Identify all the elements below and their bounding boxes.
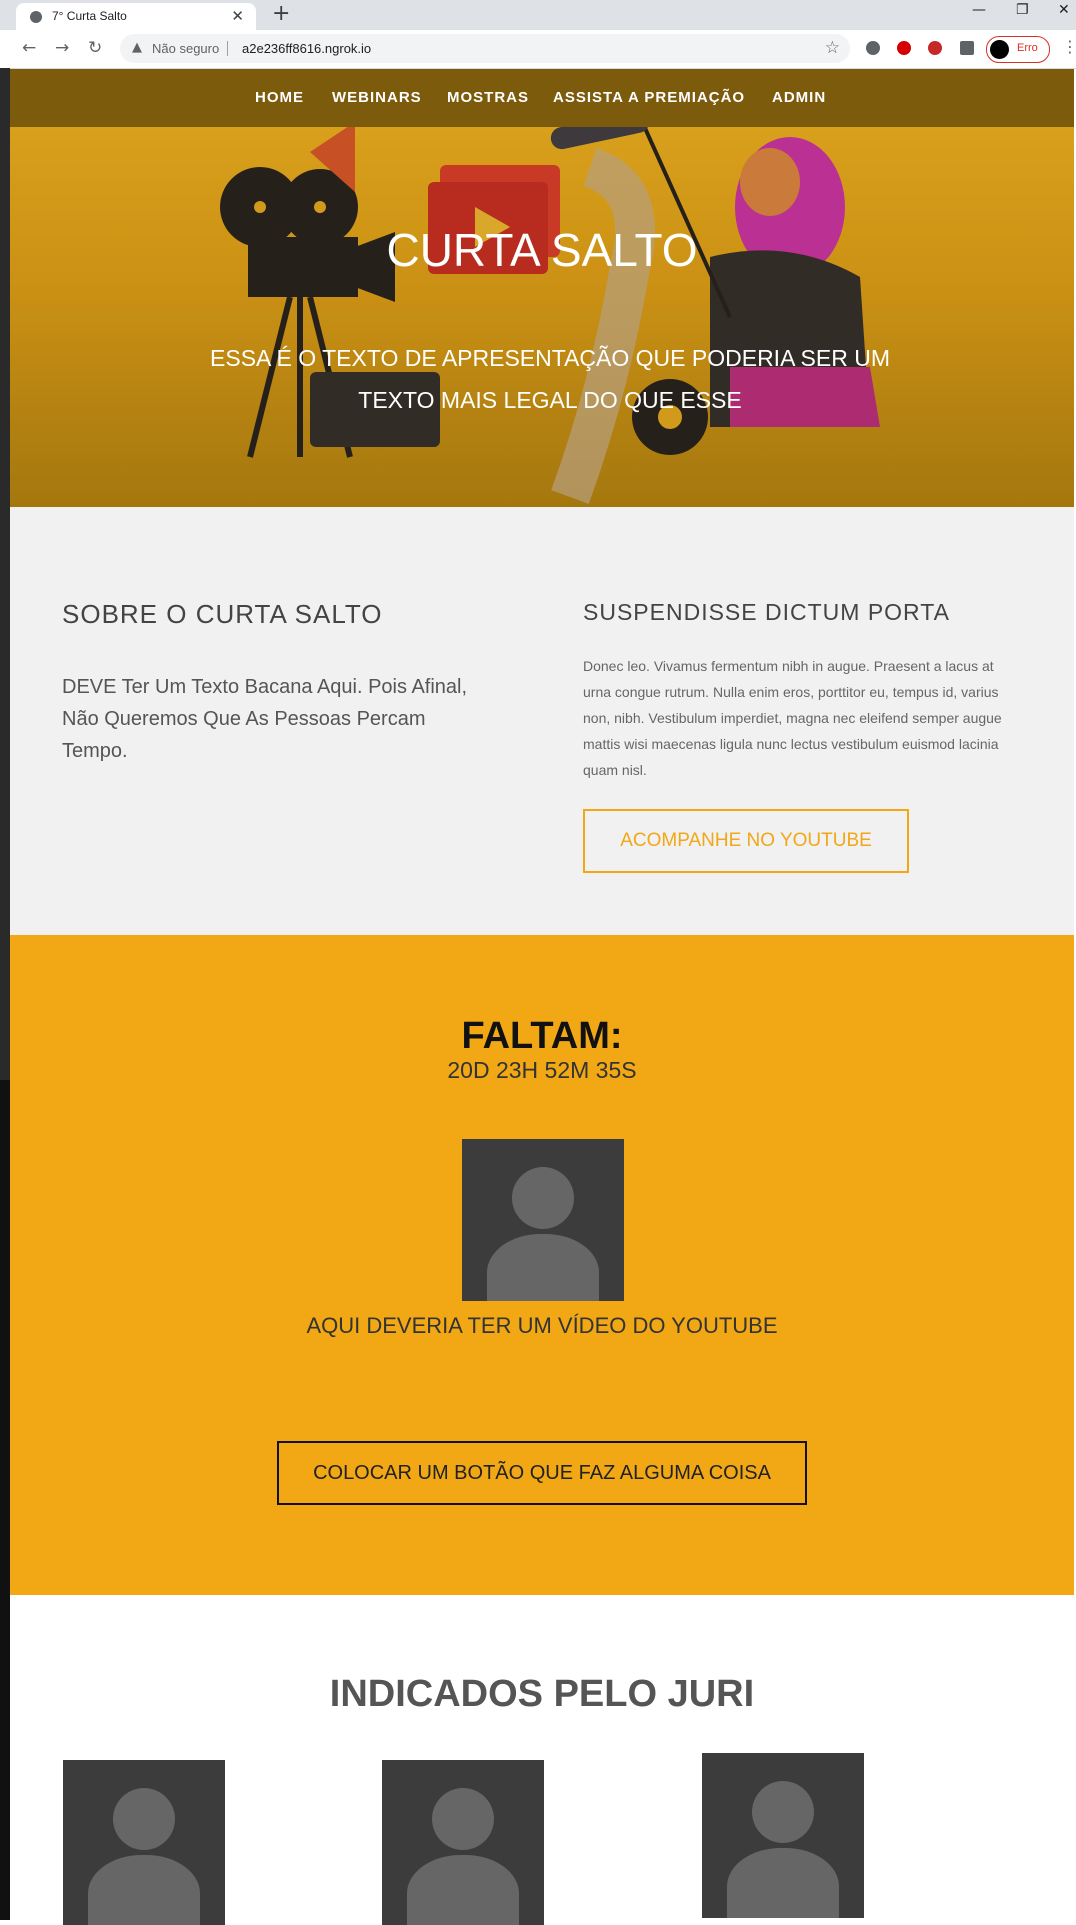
left-edge-lower [0, 1080, 10, 1920]
user-placeholder-icon [752, 1781, 814, 1843]
side-title: SUSPENDISSE DICTUM PORTA [583, 599, 950, 625]
countdown-section: FALTAM: 20D 23H 52M 35S AQUI DEVERIA TER… [10, 935, 1074, 1595]
warning-icon: ▲ [132, 40, 142, 55]
mail-extension-icon[interactable] [928, 41, 942, 55]
extension-icon[interactable] [866, 41, 880, 55]
user-placeholder-icon [432, 1788, 494, 1850]
menu-icon[interactable]: ⋮ [1062, 37, 1076, 56]
reload-icon[interactable]: ↻ [88, 38, 102, 58]
hero-banner: CURTA SALTO ESSA É O TEXTO DE APRESENTAÇ… [10, 127, 1074, 507]
nav-admin[interactable]: ADMIN [772, 89, 826, 106]
forward-icon[interactable]: → [55, 38, 69, 58]
puzzle-icon[interactable] [960, 41, 974, 55]
window-close-icon[interactable]: ✕ [1058, 2, 1070, 18]
indicados-section: INDICADOS PELO JURI [10, 1595, 1074, 1925]
heart-extension-icon[interactable] [897, 41, 911, 55]
nav-mostras[interactable]: MOSTRAS [447, 89, 529, 106]
user-placeholder-icon [512, 1167, 574, 1229]
nav-home[interactable]: HOME [255, 89, 304, 106]
profile-button[interactable]: Erro [986, 36, 1050, 63]
countdown-label: FALTAM: [461, 1015, 623, 1057]
site-nav: HOME WEBINARS MOSTRAS ASSISTA A PREMIAÇÃ… [10, 69, 1074, 127]
close-tab-icon[interactable]: ✕ [231, 7, 244, 25]
profile-label: Erro [1017, 42, 1038, 54]
user-placeholder-body [727, 1848, 839, 1918]
restore-icon[interactable]: ❐ [1016, 2, 1029, 18]
video-placeholder[interactable] [462, 1139, 624, 1301]
indicados-title: INDICADOS PELO JURI [329, 1673, 755, 1715]
side-text: Donec leo. Vivamus fermentum nibh in aug… [583, 658, 1002, 778]
new-tab-icon[interactable]: + [272, 1, 290, 26]
globe-icon [30, 11, 42, 23]
hero-text: ESSA É O TEXTO DE APRESENTAÇÃO QUE PODER… [210, 345, 890, 413]
user-placeholder-body [88, 1855, 200, 1925]
youtube-button[interactable]: ACOMPANHE NO YOUTUBE [583, 809, 909, 873]
about-section: SOBRE O CURTA SALTO DEVE Ter Um Texto Ba… [10, 507, 1074, 935]
nav-assista-premiacao[interactable]: ASSISTA A PREMIAÇÃO [553, 89, 745, 106]
browser-tabbar: 7° Curta Salto ✕ + — ❐ ✕ [0, 0, 1076, 30]
hero-title: CURTA SALTO [386, 224, 698, 276]
url-text: a2e236ff8616.ngrok.io [242, 41, 372, 56]
user-placeholder-body [487, 1234, 599, 1301]
user-placeholder-icon [113, 1788, 175, 1850]
browser-toolbar: ← → ↻ ▲ Não seguro a2e236ff8616.ngrok.io… [0, 30, 1076, 69]
about-text: DEVE Ter Um Texto Bacana Aqui. Pois Afin… [62, 676, 468, 762]
minimize-icon[interactable]: — [972, 2, 986, 18]
user-placeholder-body [407, 1855, 519, 1925]
nominee-card[interactable] [702, 1753, 864, 1918]
nav-webinars[interactable]: WEBINARS [332, 89, 422, 106]
video-caption: AQUI DEVERIA TER UM VÍDEO DO YOUTUBE [306, 1313, 778, 1338]
divider [227, 41, 228, 56]
avatar [990, 40, 1009, 59]
countdown-value: 20D 23H 52M 35S [447, 1057, 637, 1083]
back-icon[interactable]: ← [22, 38, 36, 58]
tab-title: 7° Curta Salto [52, 9, 127, 23]
address-bar[interactable]: ▲ Não seguro a2e236ff8616.ngrok.io ☆ [120, 34, 850, 63]
browser-tab[interactable]: 7° Curta Salto ✕ [16, 3, 256, 30]
nominee-card[interactable] [63, 1760, 225, 1925]
about-title: SOBRE O CURTA SALTO [62, 599, 383, 629]
action-button[interactable]: COLOCAR UM BOTÃO QUE FAZ ALGUMA COISA [277, 1441, 807, 1505]
security-label: Não seguro [152, 41, 220, 56]
nominee-card[interactable] [382, 1760, 544, 1925]
bookmark-star-icon[interactable]: ☆ [825, 38, 840, 58]
hero-overlay [10, 127, 1074, 507]
